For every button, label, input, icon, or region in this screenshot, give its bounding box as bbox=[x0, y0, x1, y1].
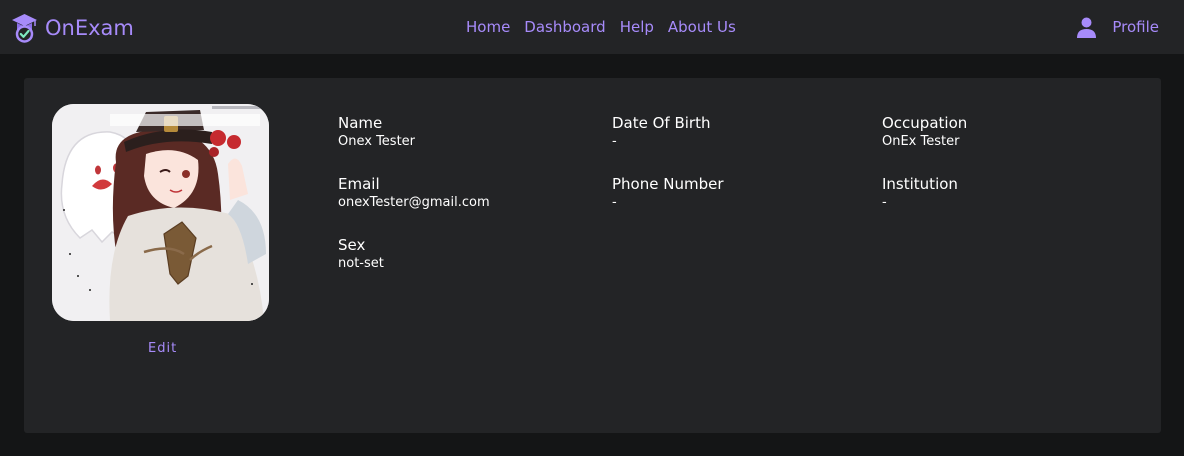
profile-card: Edit Name Onex Tester Email onexTester@g… bbox=[24, 78, 1161, 433]
nav-link-help[interactable]: Help bbox=[620, 17, 654, 37]
brand[interactable]: OnExam bbox=[11, 12, 134, 44]
field-value: - bbox=[612, 134, 617, 149]
nav-link-home[interactable]: Home bbox=[466, 17, 510, 37]
profile-label: Profile bbox=[1112, 18, 1159, 36]
main-nav: Home Dashboard Help About Us bbox=[466, 17, 736, 37]
field-email: Email onexTester@gmail.com bbox=[338, 174, 490, 212]
field-value: Onex Tester bbox=[338, 134, 416, 149]
field-institution: Institution - bbox=[882, 174, 958, 212]
brand-name: OnExam bbox=[45, 16, 134, 40]
field-label: Email bbox=[338, 175, 380, 193]
field-label: Date Of Birth bbox=[612, 114, 711, 132]
edit-avatar-link[interactable]: Edit bbox=[148, 341, 177, 356]
profile-menu[interactable]: Profile bbox=[1077, 16, 1159, 38]
field-phone-number: Phone Number - bbox=[612, 174, 724, 212]
field-name: Name Onex Tester bbox=[338, 113, 415, 151]
field-value: not-set bbox=[338, 256, 384, 271]
field-occupation: Occupation OnEx Tester bbox=[882, 113, 967, 151]
graduation-cap-icon bbox=[11, 13, 38, 43]
top-navbar: OnExam Home Dashboard Help About Us Prof… bbox=[0, 0, 1184, 54]
nav-link-dashboard[interactable]: Dashboard bbox=[524, 17, 605, 37]
field-label: Name bbox=[338, 114, 383, 132]
field-value: OnEx Tester bbox=[882, 134, 960, 149]
field-label: Occupation bbox=[882, 114, 968, 132]
field-label: Institution bbox=[882, 175, 958, 193]
field-value: onexTester@gmail.com bbox=[338, 195, 490, 210]
nav-link-about-us[interactable]: About Us bbox=[668, 17, 736, 37]
avatar bbox=[52, 104, 269, 321]
field-date-of-birth: Date Of Birth - bbox=[612, 113, 711, 151]
field-sex: Sex not-set bbox=[338, 235, 384, 273]
field-label: Phone Number bbox=[612, 175, 724, 193]
field-value: - bbox=[612, 195, 617, 210]
user-icon bbox=[1077, 17, 1097, 38]
field-value: - bbox=[882, 195, 887, 210]
field-label: Sex bbox=[338, 236, 366, 254]
